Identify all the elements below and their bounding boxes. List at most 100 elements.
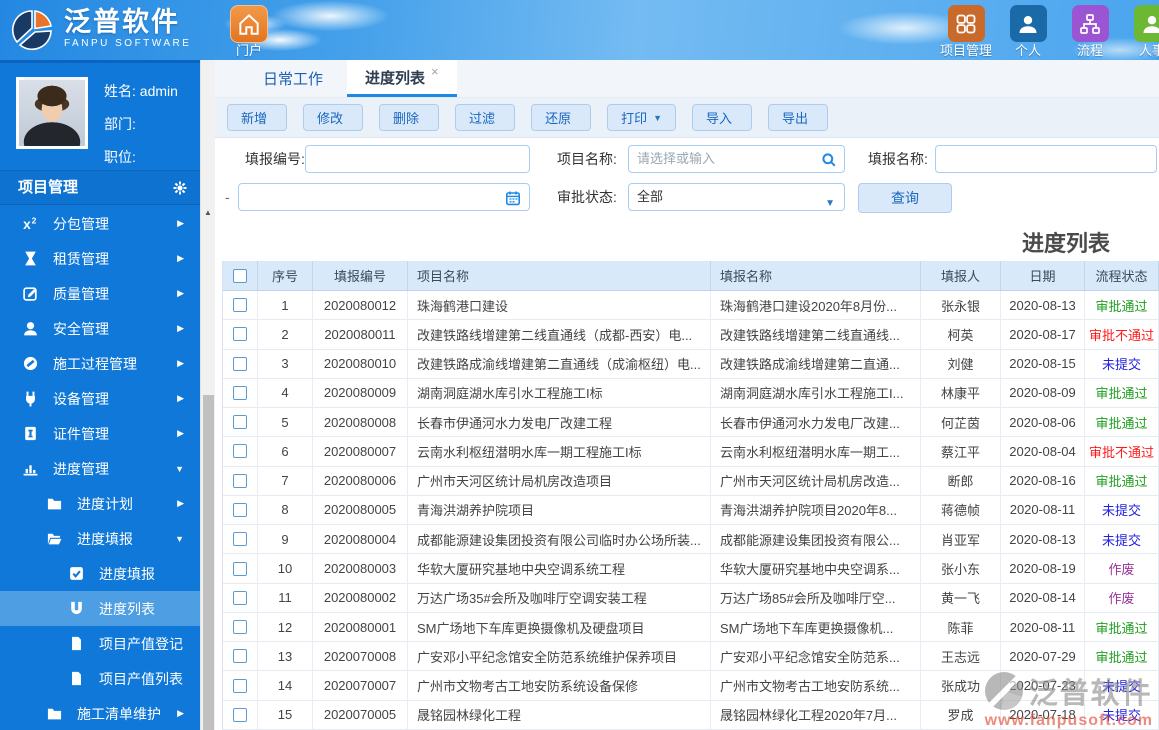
cell-report-name-link[interactable]: 改建铁路线增建第二线直通线... <box>711 320 921 350</box>
row-checkbox[interactable] <box>233 385 247 400</box>
tab[interactable]: 进度列表 × <box>347 60 457 97</box>
cell-report-code-link[interactable]: 2020080002 <box>313 583 408 613</box>
sidebar-menu-item[interactable]: 证件管理 ▶ <box>0 416 200 451</box>
table-row[interactable]: 4 2020080009 湖南洞庭湖水库引水工程施工I标 湖南洞庭湖水库引水工程… <box>223 378 1159 409</box>
cell-project-name-link[interactable]: 华软大厦研究基地中央空调系统工程 <box>408 554 711 584</box>
column-header[interactable]: 日期 <box>1001 261 1085 291</box>
sidebar-menu-item[interactable]: 进度填报 ▼ <box>0 521 200 556</box>
approval-status-select[interactable]: 全部 ▼ <box>628 183 845 211</box>
table-row[interactable]: 13 2020070008 广安邓小平纪念馆安全防范系统维护保养项目 广安邓小平… <box>223 642 1159 672</box>
row-checkbox[interactable] <box>233 590 247 605</box>
row-checkbox[interactable] <box>233 298 247 313</box>
row-checkbox[interactable] <box>233 707 247 722</box>
row-checkbox[interactable] <box>233 356 247 371</box>
table-row[interactable]: 10 2020080003 华软大厦研究基地中央空调系统工程 华软大厦研究基地中… <box>223 554 1159 584</box>
cell-report-code-link[interactable]: 2020070005 <box>313 700 408 730</box>
row-checkbox[interactable] <box>233 532 247 547</box>
cell-report-code-link[interactable]: 2020080012 <box>313 291 408 321</box>
sidebar-menu-item[interactable]: 分包管理 ▶ <box>0 206 200 241</box>
cell-person-link[interactable]: 林康平 <box>921 378 1001 409</box>
cell-person-link[interactable]: 陈菲 <box>921 612 1001 643</box>
table-row[interactable]: 2 2020080011 改建铁路线增建第二线直通线（成都-西安）电... 改建… <box>223 320 1159 350</box>
cell-report-name-link[interactable]: 晟铭园林绿化工程2020年7月... <box>711 700 921 730</box>
sidebar-menu-item[interactable]: 项目产值列表 <box>0 661 200 696</box>
cell-report-code-link[interactable]: 2020080006 <box>313 466 408 496</box>
scroll-up-arrow[interactable]: ▲ <box>204 208 212 217</box>
row-checkbox[interactable] <box>233 678 247 693</box>
cell-person-link[interactable]: 张成功 <box>921 671 1001 701</box>
cell-report-name-link[interactable]: 广安邓小平纪念馆安全防范系... <box>711 642 921 672</box>
sidebar-section-header[interactable]: 项目管理 <box>0 171 200 205</box>
cell-report-code-link[interactable]: 2020080003 <box>313 554 408 584</box>
cell-report-code-link[interactable]: 2020080008 <box>313 408 408 438</box>
cell-report-name-link[interactable]: 改建铁路成渝线增建第二直通... <box>711 349 921 379</box>
table-row[interactable]: 1 2020080012 珠海鹤港口建设 珠海鹤港口建设2020年8月份... … <box>223 291 1159 321</box>
row-checkbox[interactable] <box>233 473 247 488</box>
cell-person-link[interactable]: 柯英 <box>921 320 1001 350</box>
sidebar-menu-item[interactable]: 安全管理 ▶ <box>0 311 200 346</box>
cell-report-name-link[interactable]: 万达广场85#会所及咖啡厅空... <box>711 583 921 613</box>
cell-report-code-link[interactable]: 2020080004 <box>313 525 408 555</box>
toolbar-button[interactable]: 新增 <box>227 104 288 131</box>
sidebar-menu-item[interactable]: 施工过程管理 ▶ <box>0 346 200 381</box>
cell-report-code-link[interactable]: 2020080010 <box>313 349 408 379</box>
sidebar-menu-item[interactable]: 施工清单维护 ▶ <box>0 696 200 730</box>
cell-person-link[interactable]: 刘健 <box>921 349 1001 379</box>
cell-report-name-link[interactable]: 成都能源建设集团投资有限公... <box>711 525 921 555</box>
sidebar-menu-item[interactable]: 项目产值登记 <box>0 626 200 661</box>
cell-report-name-link[interactable]: 长春市伊通河水力发电厂改建... <box>711 408 921 438</box>
cell-project-name-link[interactable]: 改建铁路线增建第二线直通线（成都-西安）电... <box>408 320 711 350</box>
cell-person-link[interactable]: 肖亚军 <box>921 525 1001 555</box>
cell-report-name-link[interactable]: 青海洪湖养护院项目2020年8... <box>711 495 921 526</box>
tab-close-icon[interactable]: × <box>431 64 439 79</box>
date-input[interactable] <box>238 183 530 211</box>
row-checkbox[interactable] <box>233 502 247 517</box>
search-button[interactable]: 查询 <box>858 183 952 213</box>
toolbar-button[interactable]: 修改 <box>303 104 364 131</box>
top-nav-item[interactable]: 项目管理 <box>935 5 997 59</box>
cell-report-name-link[interactable]: 广州市文物考古工地安防系统... <box>711 671 921 701</box>
cell-project-name-link[interactable]: SM广场地下车库更换摄像机及硬盘项目 <box>408 612 711 643</box>
cell-report-code-link[interactable]: 2020070007 <box>313 671 408 701</box>
cell-report-code-link[interactable]: 2020080001 <box>313 612 408 643</box>
cell-person-link[interactable]: 黄一飞 <box>921 583 1001 613</box>
sidebar-menu-item[interactable]: 设备管理 ▶ <box>0 381 200 416</box>
cell-person-link[interactable]: 张小东 <box>921 554 1001 584</box>
cell-project-name-link[interactable]: 珠海鹤港口建设 <box>408 291 711 321</box>
search-icon[interactable] <box>821 152 837 168</box>
column-header[interactable]: 填报名称 <box>711 261 921 291</box>
column-header[interactable]: 填报编号 <box>313 261 408 291</box>
cell-person-link[interactable]: 罗成 <box>921 700 1001 730</box>
toolbar-button[interactable]: 删除 <box>379 104 440 131</box>
table-row[interactable]: 12 2020080001 SM广场地下车库更换摄像机及硬盘项目 SM广场地下车… <box>223 612 1159 643</box>
cell-project-name-link[interactable]: 青海洪湖养护院项目 <box>408 495 711 526</box>
table-row[interactable]: 14 2020070007 广州市文物考古工地安防系统设备保修 广州市文物考古工… <box>223 671 1159 701</box>
row-checkbox[interactable] <box>233 327 247 342</box>
column-header[interactable]: 流程状态 <box>1085 261 1159 291</box>
cell-person-link[interactable]: 王志远 <box>921 642 1001 672</box>
cell-project-name-link[interactable]: 广安邓小平纪念馆安全防范系统维护保养项目 <box>408 642 711 672</box>
cell-project-name-link[interactable]: 万达广场35#会所及咖啡厅空调安装工程 <box>408 583 711 613</box>
cell-report-name-link[interactable]: 华软大厦研究基地中央空调系... <box>711 554 921 584</box>
table-row[interactable]: 3 2020080010 改建铁路成渝线增建第二直通线（成渝枢纽）电... 改建… <box>223 349 1159 379</box>
top-nav-item[interactable]: 个人 <box>997 5 1059 59</box>
tab[interactable]: 日常工作 <box>245 60 347 97</box>
table-row[interactable]: 11 2020080002 万达广场35#会所及咖啡厅空调安装工程 万达广场85… <box>223 583 1159 613</box>
cell-report-name-link[interactable]: 湖南洞庭湖水库引水工程施工I... <box>711 378 921 409</box>
cell-project-name-link[interactable]: 成都能源建设集团投资有限公司临时办公场所装... <box>408 525 711 555</box>
cell-project-name-link[interactable]: 晟铭园林绿化工程 <box>408 700 711 730</box>
column-header[interactable]: 序号 <box>258 261 313 291</box>
toolbar-button[interactable]: 过滤 <box>455 104 516 131</box>
top-nav-item[interactable]: 流程 <box>1059 5 1121 59</box>
row-checkbox[interactable] <box>233 620 247 635</box>
cell-project-name-link[interactable]: 广州市文物考古工地安防系统设备保修 <box>408 671 711 701</box>
sidebar-menu-item[interactable]: 进度列表 <box>0 591 200 626</box>
toolbar-button[interactable]: 打印 ▼ <box>607 104 677 131</box>
cell-person-link[interactable]: 张永银 <box>921 291 1001 321</box>
cell-person-link[interactable]: 蒋德帧 <box>921 495 1001 526</box>
table-row[interactable]: 9 2020080004 成都能源建设集团投资有限公司临时办公场所装... 成都… <box>223 525 1159 555</box>
report-name-input[interactable] <box>935 145 1157 173</box>
cell-project-name-link[interactable]: 长春市伊通河水力发电厂改建工程 <box>408 408 711 438</box>
top-nav-item[interactable]: 人事 <box>1121 5 1159 59</box>
table-row[interactable]: 5 2020080008 长春市伊通河水力发电厂改建工程 长春市伊通河水力发电厂… <box>223 408 1159 438</box>
